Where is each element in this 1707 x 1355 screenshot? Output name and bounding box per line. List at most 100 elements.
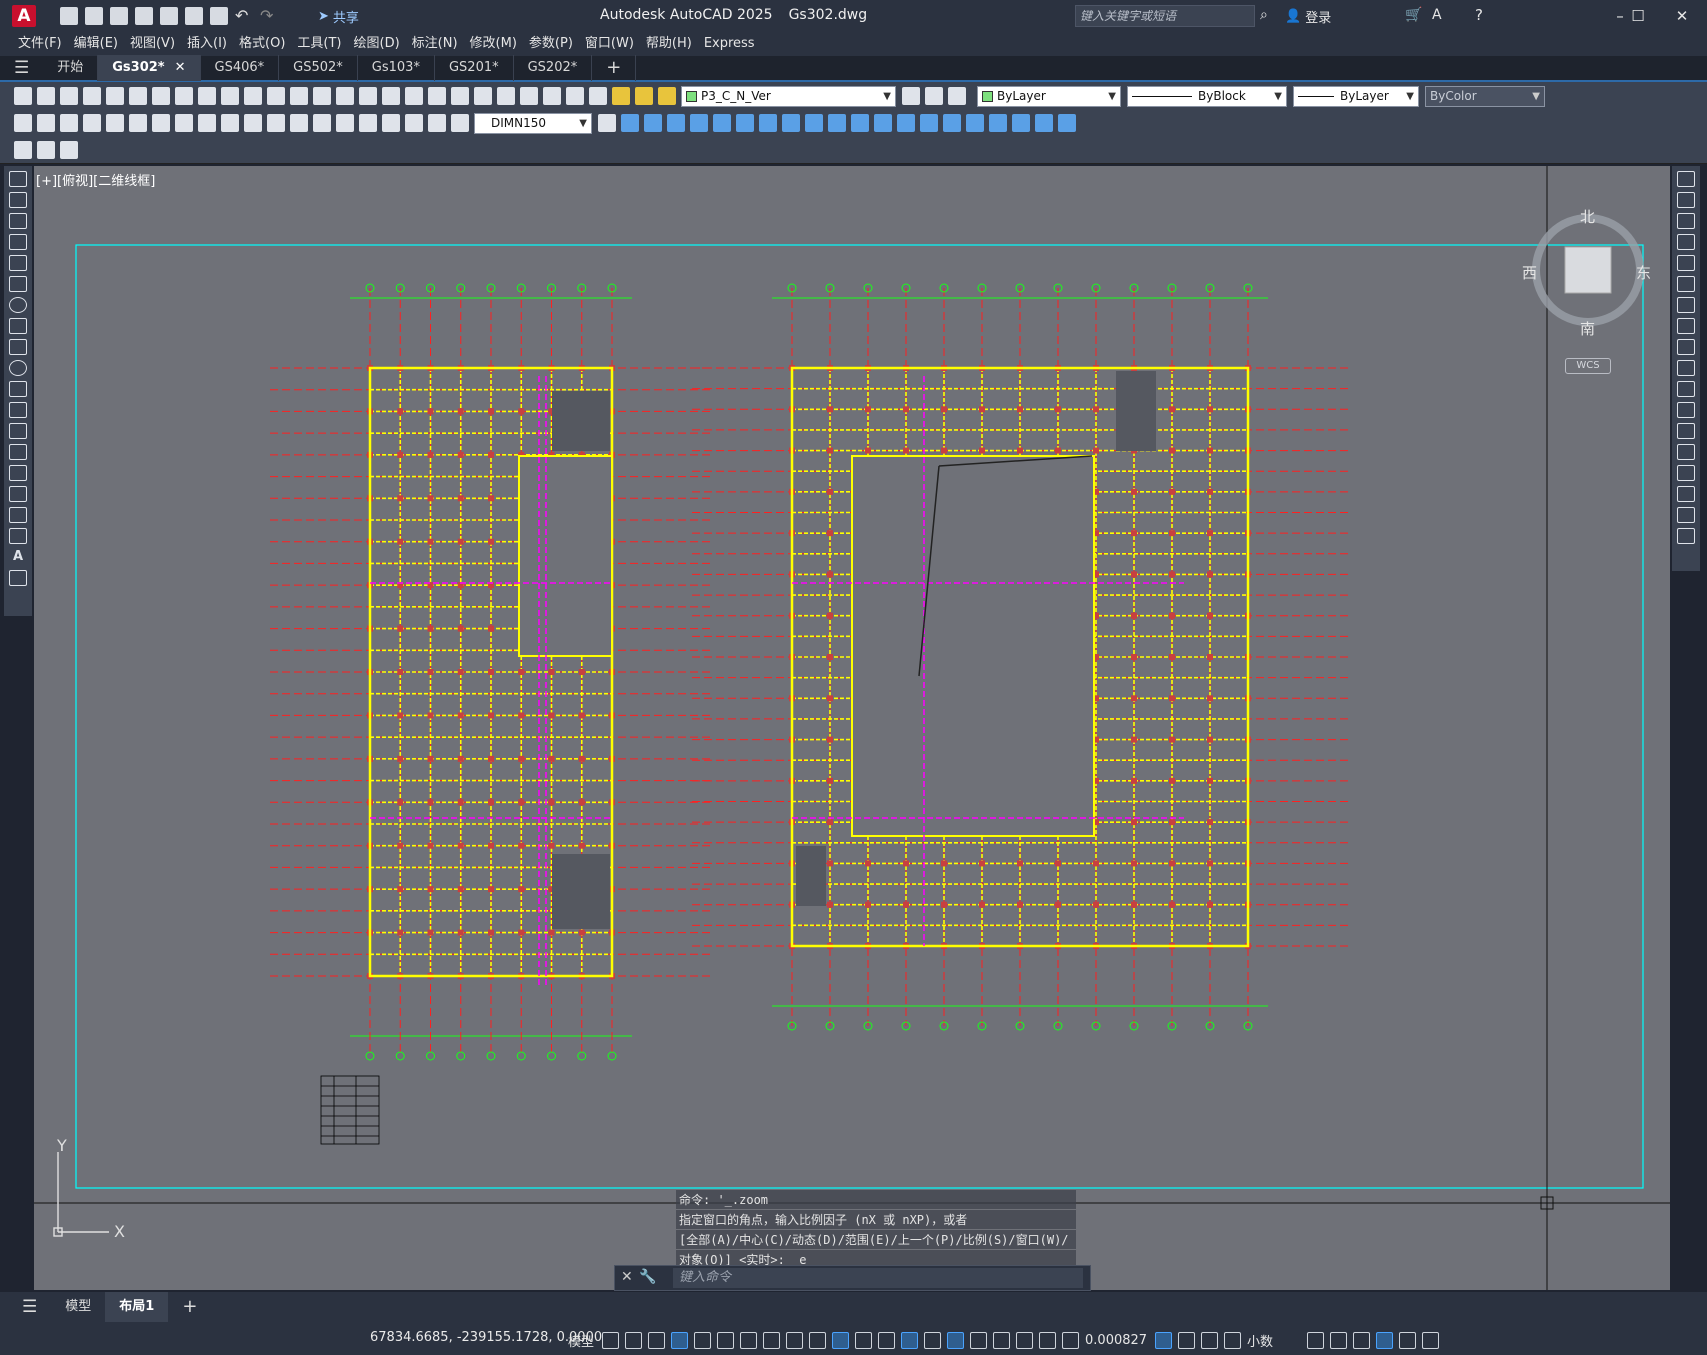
layout-menu-icon[interactable]: ☰	[8, 1292, 51, 1322]
layer-uniso-icon[interactable]	[644, 114, 662, 132]
aligned-dim-icon[interactable]	[37, 114, 55, 132]
undo-icon[interactable]: ↶	[235, 7, 253, 25]
ellipse-arc-icon[interactable]	[9, 381, 27, 397]
new-tab-icon[interactable]: +	[592, 55, 637, 81]
gradient-icon[interactable]	[9, 486, 27, 502]
tolerance-icon[interactable]	[313, 114, 331, 132]
menu-window[interactable]: 窗口(W)	[585, 32, 646, 56]
print-icon[interactable]	[83, 87, 101, 105]
table-icon[interactable]	[9, 528, 27, 544]
layer-change-icon[interactable]	[874, 114, 892, 132]
layer-thaw-icon[interactable]	[897, 114, 915, 132]
insert-block-icon[interactable]	[9, 402, 27, 418]
object-snap-tracking-icon[interactable]	[763, 1332, 781, 1349]
selection-cycling-icon[interactable]	[855, 1332, 873, 1349]
mirror-icon[interactable]	[1677, 213, 1695, 229]
edit-attribute-icon[interactable]	[14, 140, 32, 159]
arc-length-icon[interactable]	[60, 114, 78, 132]
layer-walk-icon[interactable]	[713, 114, 731, 132]
plus-icon[interactable]	[1201, 1332, 1219, 1349]
copy-object-icon[interactable]	[1677, 192, 1695, 208]
menu-file[interactable]: 文件(F)	[18, 32, 74, 56]
compass-south[interactable]: 南	[1580, 318, 1595, 339]
copy-icon[interactable]	[198, 87, 216, 105]
undo-toolbar-icon[interactable]	[290, 87, 308, 105]
transparency-icon[interactable]	[832, 1332, 850, 1349]
isolate-objects-icon[interactable]	[1062, 1332, 1080, 1349]
redo-toolbar-icon[interactable]	[313, 87, 331, 105]
layer-off-icon[interactable]	[667, 114, 685, 132]
save-icon[interactable]	[110, 7, 128, 25]
units-icon[interactable]	[1224, 1332, 1242, 1349]
blend-curves-icon[interactable]	[1677, 507, 1695, 523]
menu-insert[interactable]: 插入(I)	[187, 32, 239, 56]
layer-delete-icon[interactable]	[759, 114, 777, 132]
rotate-icon[interactable]	[1677, 297, 1695, 313]
move-icon[interactable]	[1677, 276, 1695, 292]
construction-line-icon[interactable]	[9, 192, 27, 208]
wcs-menu[interactable]: WCS	[1565, 358, 1611, 374]
region-icon[interactable]	[9, 507, 27, 523]
menu-format[interactable]: 格式(O)	[239, 32, 297, 56]
polyline-icon[interactable]	[9, 213, 27, 229]
isolate-icon[interactable]	[1353, 1332, 1371, 1349]
line-icon[interactable]	[9, 171, 27, 187]
layer-translate-icon[interactable]	[943, 114, 961, 132]
dynamic-ucs-icon[interactable]	[901, 1332, 919, 1349]
viewport-controls-label[interactable]: [+][俯视][二维线框]	[36, 170, 155, 189]
dim-update-icon[interactable]	[451, 114, 469, 132]
layer-states-tool-icon[interactable]	[989, 114, 1007, 132]
pan-icon[interactable]	[336, 87, 354, 105]
break-at-point-icon[interactable]	[1677, 402, 1695, 418]
calculator-icon[interactable]	[543, 87, 561, 105]
dynamic-input-icon[interactable]	[671, 1332, 689, 1349]
menu-express[interactable]: Express	[704, 32, 767, 56]
menu-parametric[interactable]: 参数(P)	[529, 32, 585, 56]
layer-lock-tool-icon[interactable]	[805, 114, 823, 132]
new-layout-icon[interactable]: +	[168, 1292, 211, 1322]
lineweight-dropdown[interactable]: ByLayer ▼	[1293, 85, 1419, 107]
erase-icon[interactable]	[1677, 171, 1695, 187]
make-current-layer-icon[interactable]	[902, 87, 920, 105]
layer-properties-icon[interactable]	[589, 87, 607, 105]
annotation-visibility-icon[interactable]	[970, 1332, 988, 1349]
compass-north[interactable]: 北	[1580, 206, 1595, 227]
radius-dim-icon[interactable]	[106, 114, 124, 132]
web-open-icon[interactable]	[185, 7, 203, 25]
rectangle-icon[interactable]	[9, 255, 27, 271]
layer-on-icon[interactable]	[612, 87, 630, 105]
scale-icon[interactable]	[1677, 318, 1695, 334]
dim-text-edit-icon[interactable]	[428, 114, 446, 132]
autocad-logo-icon[interactable]: A	[12, 5, 36, 27]
space-toggle[interactable]: 模型	[568, 1331, 594, 1350]
zoom-previous-icon[interactable]	[405, 87, 423, 105]
cart-icon[interactable]: 🛒	[1405, 7, 1422, 23]
ortho-icon[interactable]	[694, 1332, 712, 1349]
add-selected-icon[interactable]	[9, 570, 27, 586]
tab-gs103[interactable]: Gs103*	[358, 55, 435, 81]
open-file-icon[interactable]	[85, 7, 103, 25]
menu-modify[interactable]: 修改(M)	[470, 32, 529, 56]
auto-scale-icon[interactable]	[993, 1332, 1011, 1349]
help-toolbar-icon[interactable]	[566, 87, 584, 105]
linetype-dropdown[interactable]: ByBlock ▼	[1127, 85, 1287, 107]
layer-copy-icon[interactable]	[851, 114, 869, 132]
explode-icon[interactable]	[1677, 528, 1695, 544]
graphics-performance-icon[interactable]	[1330, 1332, 1348, 1349]
linear-dim-icon[interactable]	[14, 114, 32, 132]
maximize-button[interactable]: ☐	[1618, 4, 1658, 28]
lock-ui-icon[interactable]	[1039, 1332, 1057, 1349]
extend-icon[interactable]	[1677, 381, 1695, 397]
polar-tracking-icon[interactable]	[717, 1332, 735, 1349]
lineweight-icon[interactable]	[809, 1332, 827, 1349]
revision-cloud-icon[interactable]	[9, 318, 27, 334]
block-editor-icon[interactable]	[267, 87, 285, 105]
baseline-dim-icon[interactable]	[221, 114, 239, 132]
stretch-icon[interactable]	[1677, 339, 1695, 355]
circle-icon[interactable]	[9, 297, 27, 313]
compass-east[interactable]: 东	[1636, 262, 1651, 283]
layer-dropdown[interactable]: P3_C_N_Ver ▼	[681, 85, 896, 107]
autodesk-account-icon[interactable]: A	[1432, 7, 1442, 23]
tab-model[interactable]: 模型	[51, 1292, 105, 1322]
layer-freeze-tool-icon[interactable]	[782, 114, 800, 132]
